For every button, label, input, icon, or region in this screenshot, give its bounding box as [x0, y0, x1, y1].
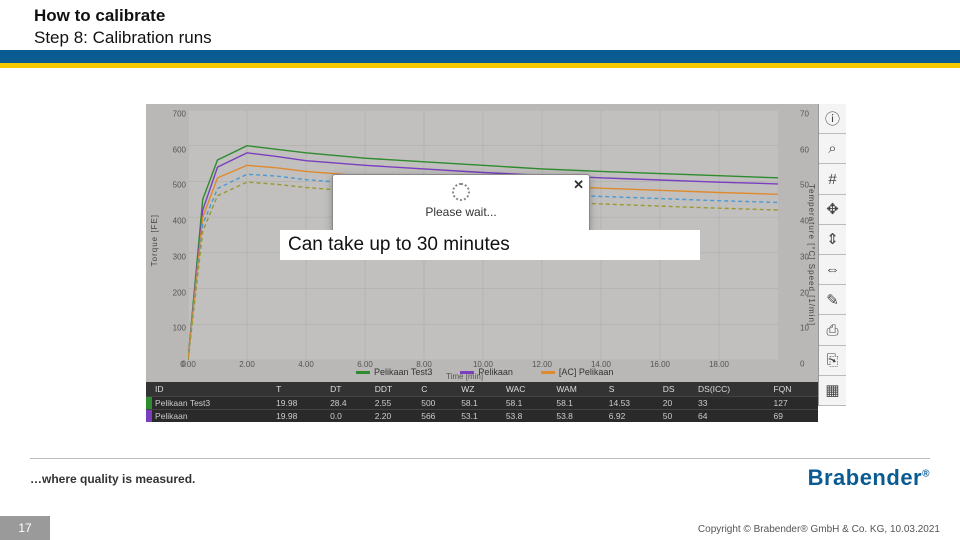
zoom-y-icon[interactable]: ⇕	[819, 225, 846, 255]
spinner-icon	[452, 183, 470, 201]
slogan-text: …where quality is measured.	[30, 472, 195, 486]
col-ID: ID	[152, 382, 273, 397]
legend-item: Pelikaan	[460, 364, 513, 380]
y-ticks-left: 0100200300400500600700	[170, 108, 188, 358]
y-axis-left-label: Torque [FE]	[150, 214, 159, 266]
legend-item: Pelikaan Test3	[356, 364, 432, 380]
col-WZ: WZ	[458, 382, 503, 397]
table-header-row: IDTDTDDTCWZWACWAMSDSDS(ICC)FQN	[146, 382, 818, 397]
edit-icon[interactable]: ✎	[819, 285, 846, 315]
col-C: C	[418, 382, 458, 397]
slide-title: How to calibrate	[34, 6, 960, 26]
slide-subtitle: Step 8: Calibration runs	[34, 28, 960, 48]
please-wait-text: Please wait...	[333, 205, 589, 219]
print-icon[interactable]: ⎙	[819, 315, 846, 345]
zoom-x-icon[interactable]: ⇔	[819, 255, 846, 285]
col-DS(ICC): DS(ICC)	[695, 382, 770, 397]
accent-bar	[0, 50, 960, 68]
apps-icon[interactable]: ▦	[819, 376, 846, 406]
y-ticks-right: 010203040506070	[798, 108, 816, 358]
col-T: T	[273, 382, 327, 397]
chart-toolbar: ⓘ⌕#✥⇕⇔✎⎙⎘▦	[818, 104, 846, 406]
info-icon[interactable]: ⓘ	[819, 104, 846, 134]
table-row: Pelikaan Test319.9828.42.5550058.158.158…	[146, 397, 818, 410]
page-number: 17	[0, 516, 50, 540]
callout-text: Can take up to 30 minutes	[280, 230, 700, 260]
close-icon[interactable]: ✕	[573, 177, 584, 193]
grid-icon[interactable]: #	[819, 164, 846, 194]
results-table: IDTDTDDTCWZWACWAMSDSDS(ICC)FQN Pelikaan …	[146, 382, 818, 422]
col-DT: DT	[327, 382, 372, 397]
export-icon[interactable]: ⎘	[819, 346, 846, 376]
footer-divider	[30, 458, 930, 459]
copyright-text: Copyright © Brabender® GmbH & Co. KG, 10…	[698, 524, 940, 535]
zoom-icon[interactable]: ⌕	[819, 134, 846, 164]
col-S: S	[606, 382, 660, 397]
table-row: Pelikaan19.980.02.2056653.153.853.86.925…	[146, 410, 818, 423]
col-DDT: DDT	[372, 382, 419, 397]
chart-legend: Pelikaan Test3 Pelikaan [AC] Pelikaan	[356, 364, 776, 380]
col-DS: DS	[660, 382, 695, 397]
col-WAC: WAC	[503, 382, 554, 397]
please-wait-dialog: ✕ Please wait...	[332, 174, 590, 234]
brand-logo: Brabender®	[808, 465, 930, 491]
legend-item: [AC] Pelikaan	[541, 364, 614, 380]
cursor-icon[interactable]: ✥	[819, 195, 846, 225]
col-WAM: WAM	[553, 382, 605, 397]
col-FQN: FQN	[770, 382, 818, 397]
